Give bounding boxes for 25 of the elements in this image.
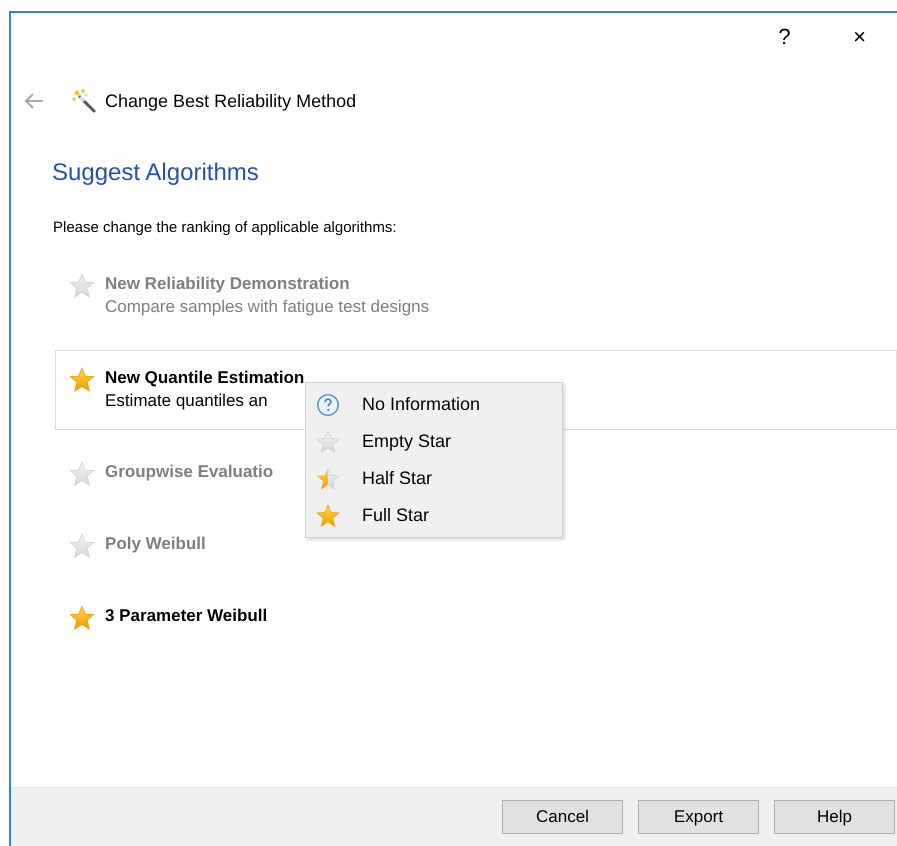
algorithm-name: Groupwise Evaluatio	[105, 461, 274, 483]
algorithm-description: Estimate quantiles an	[105, 390, 269, 412]
close-button[interactable]: ×	[822, 17, 897, 57]
dialog-button[interactable]: Export	[638, 800, 759, 834]
star-icon	[316, 504, 340, 528]
page-heading: Suggest Algorithms	[52, 159, 260, 187]
menu-item[interactable]: No Information	[306, 386, 562, 423]
menu-item[interactable]: Full Star	[306, 497, 562, 534]
dialog-button[interactable]: Cancel	[502, 800, 623, 834]
algorithm-description: Compare samples with fatigue test designs	[105, 296, 430, 318]
menu-item[interactable]: Empty Star	[306, 423, 562, 460]
algorithm-name: New Quantile Estimation	[105, 367, 304, 389]
dialog-title: Change Best Reliability Method	[105, 90, 356, 112]
algorithm-name: 3 Parameter Weibull	[105, 605, 268, 627]
back-arrow-icon[interactable]	[23, 92, 45, 110]
menu-item[interactable]: Half Star	[306, 460, 562, 497]
algorithm-name: Poly Weibull	[105, 533, 206, 555]
dialog-button[interactable]: Help	[774, 800, 895, 834]
half-star-icon	[316, 466, 340, 490]
help-button[interactable]: ?	[747, 17, 822, 57]
question-icon	[316, 392, 340, 416]
magic-wand-icon	[71, 88, 97, 114]
star-icon	[316, 430, 340, 454]
instruction-text: Please change the ranking of applicable algorithms:	[53, 219, 398, 236]
algorithm-name: New Reliability Demonstration	[105, 273, 351, 295]
